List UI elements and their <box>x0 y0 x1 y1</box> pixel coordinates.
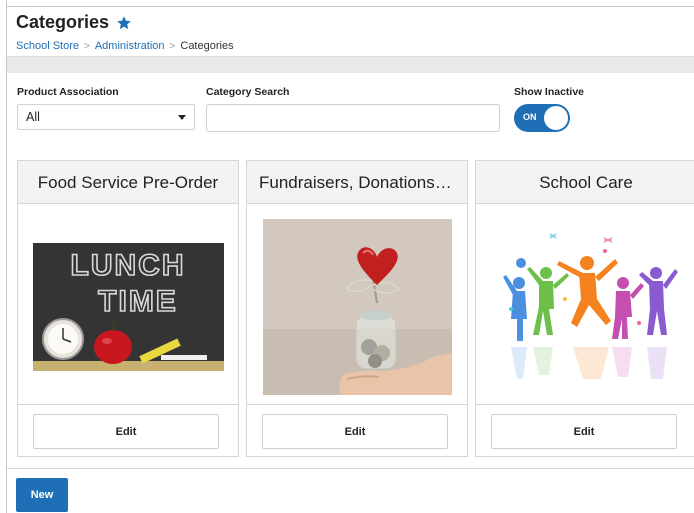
card-title: Food Service Pre-Order <box>18 161 238 204</box>
edit-button[interactable]: Edit <box>491 414 677 449</box>
lunch-word: LUNCH <box>71 249 186 282</box>
edit-button[interactable]: Edit <box>262 414 448 449</box>
show-inactive-label: Show Inactive <box>514 86 585 98</box>
breadcrumb-school-store[interactable]: School Store <box>16 40 79 52</box>
star-icon[interactable] <box>116 15 132 31</box>
category-search-label: Category Search <box>206 86 290 98</box>
new-button[interactable]: New <box>16 478 68 512</box>
donation-jar-image <box>263 219 452 395</box>
product-association-value: All <box>26 110 40 124</box>
time-word: TIME <box>98 285 178 318</box>
top-border <box>6 6 694 7</box>
category-card-food-service[interactable]: Food Service Pre-Order LUNCH TIME Edit <box>17 160 239 457</box>
category-card-fundraisers[interactable]: Fundraisers, Donations, and Service Fees… <box>246 160 468 457</box>
toggle-knob <box>544 106 568 130</box>
card-title: Fundraisers, Donations, and Service Fees <box>247 161 467 204</box>
title-row: Categories <box>16 12 234 33</box>
filter-bar: Product Association All Category Search … <box>0 86 694 136</box>
breadcrumb-separator: > <box>169 40 176 52</box>
category-card-school-care[interactable]: School Care Edit <box>475 160 694 457</box>
show-inactive-toggle[interactable]: ON <box>514 104 570 132</box>
page-header: Categories School Store > Administration… <box>16 12 234 52</box>
children-jumping-image <box>491 229 681 389</box>
left-border <box>6 0 7 513</box>
edit-button[interactable]: Edit <box>33 414 219 449</box>
category-search-input[interactable] <box>206 104 500 132</box>
card-footer: Edit <box>476 404 694 457</box>
product-association-select[interactable]: All <box>17 104 195 130</box>
page-title: Categories <box>16 12 110 32</box>
card-footer: Edit <box>247 404 467 457</box>
card-title: School Care <box>476 161 694 204</box>
chevron-down-icon <box>178 115 186 120</box>
breadcrumb-administration[interactable]: Administration <box>95 40 165 52</box>
lunch-time-image: LUNCH TIME <box>33 243 224 371</box>
breadcrumb-separator: > <box>83 40 90 52</box>
breadcrumb: School Store > Administration > Categori… <box>16 40 234 52</box>
breadcrumb-categories: Categories <box>180 40 234 52</box>
toolbar-band <box>7 56 694 73</box>
card-footer: Edit <box>18 404 238 457</box>
toggle-state-label: ON <box>523 112 537 122</box>
product-association-label: Product Association <box>17 86 119 98</box>
footer-divider <box>7 468 694 469</box>
